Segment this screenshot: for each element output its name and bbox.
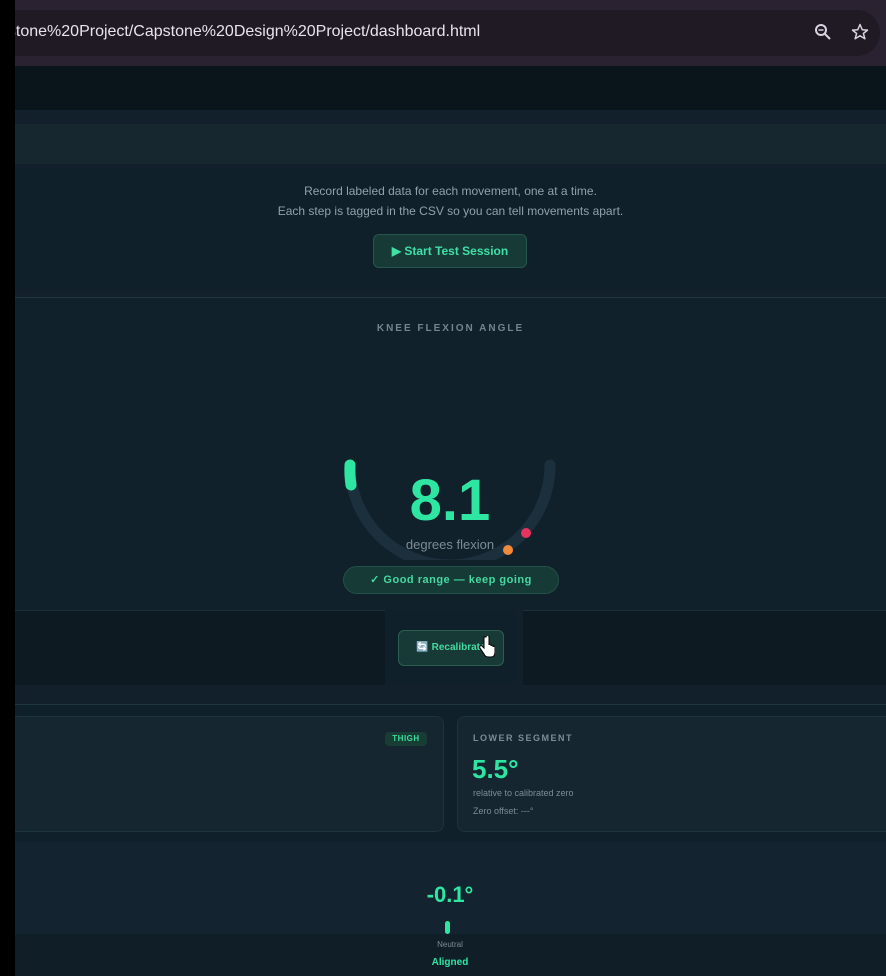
zero-offset-text: Zero offset: ---° [473,806,534,816]
knee-angle-value: 8.1 [409,468,491,533]
app-header [15,66,886,110]
alignment-neutral-label: Neutral [437,940,463,949]
lower-segment-subtitle: relative to calibrated zero [473,788,574,798]
alignment-marker [445,921,450,934]
knee-angle-unit: degrees flexion [405,537,495,552]
star-icon[interactable] [849,23,871,45]
section-divider [15,297,886,298]
thigh-badge: THIGH [385,732,427,746]
app-subheader [15,124,886,164]
intro-line-2: Each step is tagged in the CSV so you ca… [277,204,624,218]
browser-toolbar: pstone%20Project/Capstone%20Design%20Pro… [15,0,886,66]
address-bar[interactable]: pstone%20Project/Capstone%20Design%20Pro… [15,10,880,56]
start-test-session-button[interactable]: ▶ Start Test Session [373,234,527,268]
alignment-value: -0.1° [426,882,474,907]
intro-line-1: Record labeled data for each movement, o… [304,184,597,198]
thigh-card [15,716,444,832]
hand-cursor-icon [479,636,495,658]
url-text[interactable]: pstone%20Project/Capstone%20Design%20Pro… [15,23,480,41]
alignment-status: Aligned [431,957,469,968]
controls-right-panel [523,610,886,685]
zoom-icon[interactable] [812,23,834,45]
gauge-title: KNEE FLEXION ANGLE [376,323,525,334]
lower-segment-value: 5.5° [472,754,519,784]
dashboard-page: pstone%20Project/Capstone%20Design%20Pro… [15,0,886,976]
lower-segment-title: LOWER SEGMENT [473,733,573,743]
range-status-badge: ✓ Good range — keep going [343,566,559,594]
controls-left-panel [15,610,385,685]
